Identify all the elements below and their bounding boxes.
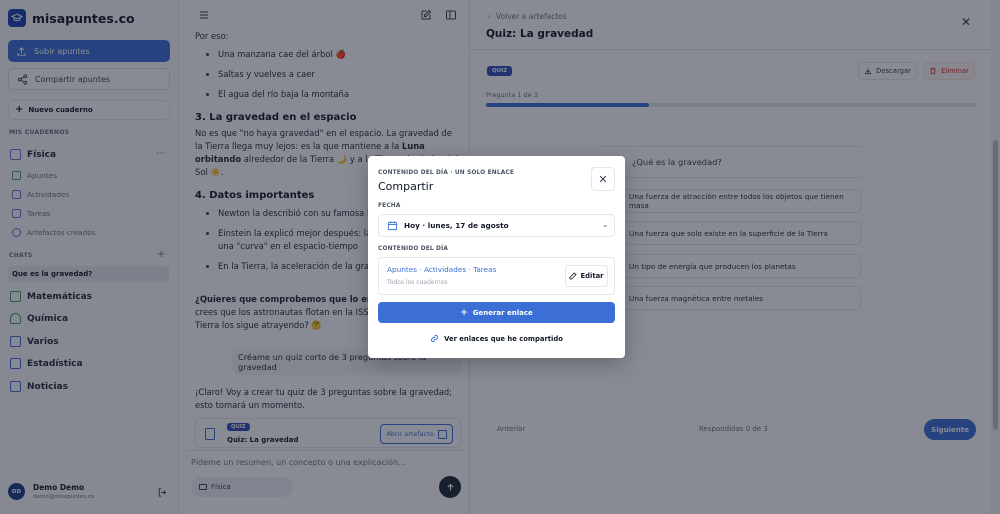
- modal-title: Compartir: [378, 180, 434, 193]
- link-icon: [431, 334, 439, 343]
- generate-link-button[interactable]: + Generar enlace: [378, 302, 615, 323]
- modal-subtitle: CONTENIDO DEL DÍA · UN SOLO ENLACE: [378, 170, 515, 176]
- content-types: Apuntes · Actividades · Tareas: [387, 265, 497, 274]
- date-label: FECHA: [378, 203, 401, 209]
- content-card: Apuntes · Actividades · Tareas Todos los…: [378, 257, 615, 295]
- pencil-icon: [570, 272, 578, 280]
- date-select[interactable]: Hoy · lunes, 17 de agosto ⌄: [378, 214, 615, 237]
- plus-icon: +: [460, 307, 468, 318]
- share-modal: CONTENIDO DEL DÍA · UN SOLO ENLACE Compa…: [368, 156, 625, 358]
- calendar-icon: [387, 221, 398, 231]
- chevron-down-icon: ⌄: [602, 220, 609, 229]
- content-scope: Todos los cuadernos: [387, 279, 448, 286]
- modal-close-button[interactable]: ✕: [591, 167, 615, 191]
- view-shared-links-link[interactable]: Ver enlaces que he compartido: [368, 334, 625, 343]
- content-label: CONTENIDO DEL DÍA: [378, 246, 449, 252]
- edit-button[interactable]: Editar: [565, 265, 608, 287]
